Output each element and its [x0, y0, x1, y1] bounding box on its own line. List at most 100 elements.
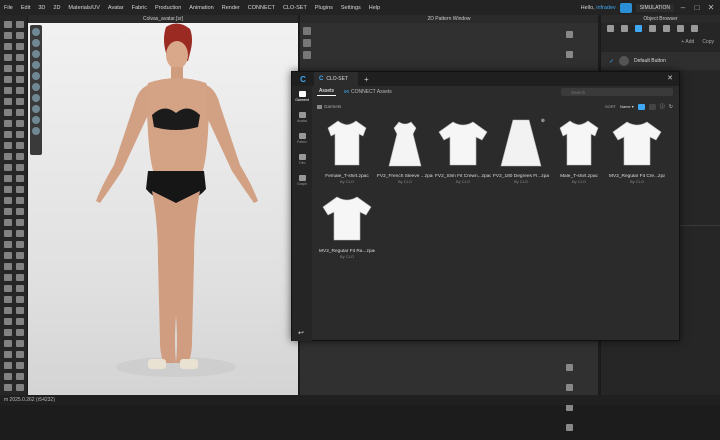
menu-item[interactable]: Avatar: [104, 5, 128, 11]
expand-icon[interactable]: [691, 25, 698, 32]
copy-button[interactable]: Copy: [702, 39, 714, 45]
fabric-tab-icon[interactable]: [635, 25, 642, 32]
tool-icon[interactable]: [4, 362, 12, 369]
pattern-tool-icon[interactable]: [566, 31, 573, 38]
tool-icon[interactable]: [4, 197, 12, 204]
tool-icon[interactable]: [16, 186, 24, 193]
tool-icon[interactable]: [16, 197, 24, 204]
asset-item[interactable]: MV2_Regular Fit Cre...zpacBy CLO: [609, 116, 665, 184]
tool-icon[interactable]: [16, 318, 24, 325]
tab-connect-assets[interactable]: ⋈CONNECT Assets: [342, 88, 394, 96]
tool-icon[interactable]: [4, 219, 12, 226]
button-tab-icon[interactable]: [649, 25, 656, 32]
trim-tab-icon[interactable]: [663, 25, 670, 32]
asset-item[interactable]: MV2_Regular Fit Ra...zpacBy CLO: [319, 191, 375, 259]
pattern-tool-icon[interactable]: [303, 51, 311, 59]
asset-item[interactable]: FV2_French Sleeve ...zpacBy CLO: [377, 116, 433, 184]
menu-item[interactable]: File: [0, 5, 17, 11]
close-icon[interactable]: ✕: [667, 74, 673, 82]
sidebar-item-avatar[interactable]: Avatar: [292, 107, 312, 127]
tool-icon[interactable]: [16, 274, 24, 281]
tool-icon[interactable]: [4, 21, 12, 28]
simulation-badge[interactable]: SIMULATION: [636, 4, 674, 12]
sort-dropdown[interactable]: Name ▾: [620, 104, 634, 109]
tab-assets[interactable]: Assets: [317, 87, 336, 96]
tool-icon[interactable]: [16, 131, 24, 138]
tool-icon[interactable]: [16, 285, 24, 292]
minimize-icon[interactable]: –: [678, 3, 688, 13]
tool-icon[interactable]: [16, 340, 24, 347]
tool-icon[interactable]: [4, 175, 12, 182]
tool-icon[interactable]: [4, 241, 12, 248]
app-icon[interactable]: [620, 3, 632, 13]
tool-icon[interactable]: [4, 76, 12, 83]
pattern-tool-icon[interactable]: [303, 27, 311, 35]
tool-icon[interactable]: [4, 54, 12, 61]
tool-icon[interactable]: [16, 54, 24, 61]
tool-icon[interactable]: [16, 241, 24, 248]
tool-icon[interactable]: [4, 329, 12, 336]
tool-icon[interactable]: [4, 208, 12, 215]
pattern-tool-icon[interactable]: [566, 364, 573, 371]
3d-viewport[interactable]: Colvas_avatar.[sr]: [28, 15, 298, 395]
tool-icon[interactable]: [16, 384, 24, 391]
tool-icon[interactable]: [4, 285, 12, 292]
tool-icon[interactable]: [16, 175, 24, 182]
tool-icon[interactable]: [4, 340, 12, 347]
menu-item[interactable]: Materials/UV: [64, 5, 103, 11]
tool-icon[interactable]: [4, 131, 12, 138]
tool-icon[interactable]: [4, 186, 12, 193]
menu-item[interactable]: CONNECT: [244, 5, 279, 11]
tool-icon[interactable]: [16, 373, 24, 380]
tool-icon[interactable]: [4, 142, 12, 149]
tool-icon[interactable]: [16, 351, 24, 358]
menu-item[interactable]: Render: [218, 5, 244, 11]
tool-icon[interactable]: [16, 307, 24, 314]
tool-icon[interactable]: [4, 230, 12, 237]
tool-icon[interactable]: [16, 87, 24, 94]
tool-icon[interactable]: [4, 307, 12, 314]
tool-icon[interactable]: [4, 109, 12, 116]
garment-tab-icon[interactable]: [621, 25, 628, 32]
window-close-icon[interactable]: ✕: [706, 3, 716, 13]
tool-icon[interactable]: [4, 296, 12, 303]
asset-item[interactable]: ⊗FV2_180 Degrees Fl...zpacBy CLO: [493, 116, 549, 184]
tool-icon[interactable]: [4, 384, 12, 391]
menu-item[interactable]: Animation: [185, 5, 217, 11]
favorite-icon[interactable]: ⊗: [541, 118, 545, 124]
menu-item[interactable]: Fabric: [128, 5, 151, 11]
tool-icon[interactable]: [16, 164, 24, 171]
tool-icon[interactable]: [16, 153, 24, 160]
tool-icon[interactable]: [4, 318, 12, 325]
new-tab-plus-icon[interactable]: +: [364, 75, 369, 84]
asset-item[interactable]: Female_T-shirt.zpacBy CLO: [319, 116, 375, 184]
tool-icon[interactable]: [16, 120, 24, 127]
tool-icon[interactable]: [4, 120, 12, 127]
pattern-tool-icon[interactable]: [566, 404, 573, 411]
tool-icon[interactable]: [16, 329, 24, 336]
tool-icon[interactable]: [16, 263, 24, 270]
tool-icon[interactable]: [16, 296, 24, 303]
sidebar-item-fabric[interactable]: Fabric: [292, 128, 312, 148]
tool-icon[interactable]: [4, 274, 12, 281]
tool-icon[interactable]: [4, 263, 12, 270]
tool-icon[interactable]: [16, 219, 24, 226]
grid-view-icon[interactable]: [638, 104, 645, 110]
default-button-row[interactable]: ✓ Default Button: [601, 52, 720, 70]
list-view-icon[interactable]: [649, 104, 656, 110]
clo-set-tab[interactable]: C CLO-SET: [314, 72, 358, 86]
avatar-tab-icon[interactable]: [607, 25, 614, 32]
tool-icon[interactable]: [4, 32, 12, 39]
asset-item[interactable]: Male_T-shirt.zpacBy CLO: [551, 116, 607, 184]
tool-icon[interactable]: [4, 43, 12, 50]
pattern-tool-icon[interactable]: [566, 424, 573, 431]
tool-icon[interactable]: [16, 230, 24, 237]
add-button[interactable]: + Add: [681, 39, 694, 45]
user-label[interactable]: Hello, infradev: [581, 5, 616, 11]
menu-item[interactable]: Production: [151, 5, 185, 11]
menu-item[interactable]: Edit: [17, 5, 34, 11]
tool-icon[interactable]: [16, 98, 24, 105]
tool-icon[interactable]: [16, 65, 24, 72]
back-arrow-icon[interactable]: ↩: [298, 329, 304, 337]
tool-icon[interactable]: [16, 21, 24, 28]
